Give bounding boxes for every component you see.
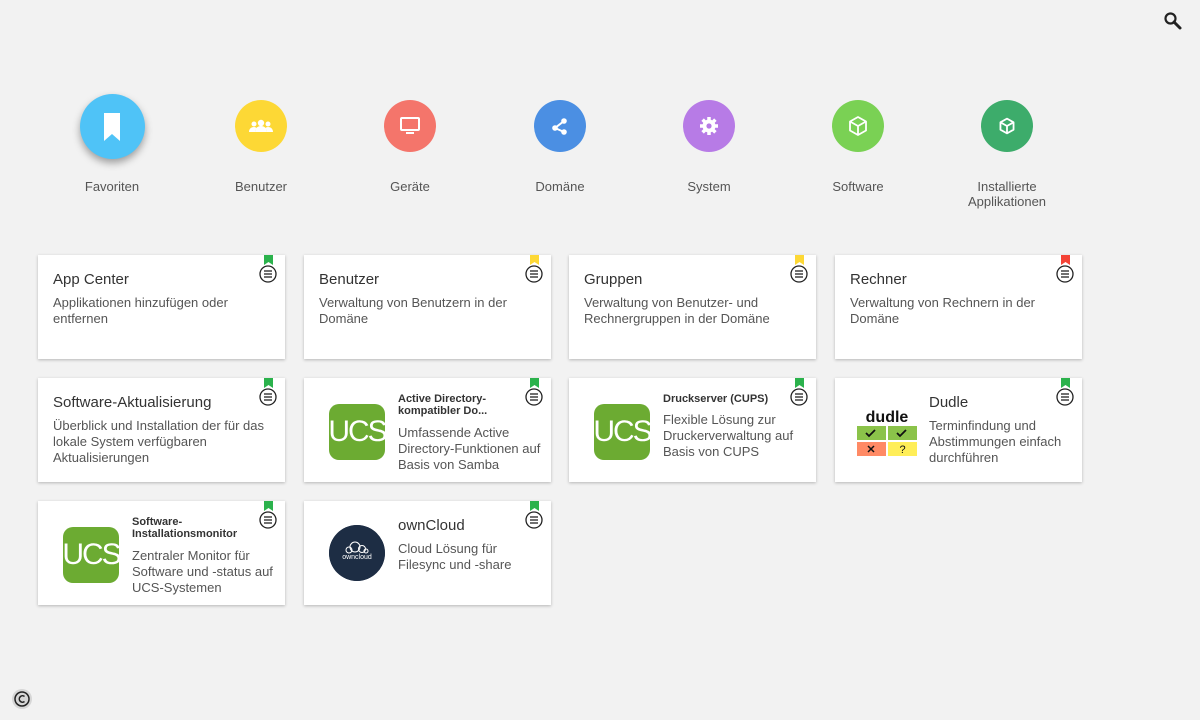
category-label: System bbox=[687, 179, 731, 194]
ucs-logo: UCS bbox=[593, 404, 653, 460]
users-icon bbox=[249, 119, 273, 132]
category-label: Favoriten bbox=[84, 179, 140, 194]
menu-icon[interactable] bbox=[259, 511, 277, 529]
tile-title: Gruppen bbox=[584, 271, 643, 288]
tile-title: Active Directory-kompatibler Do... bbox=[398, 393, 488, 417]
tile-description: Überblick und Installation der für das l… bbox=[53, 418, 265, 465]
favorite-flag-icon bbox=[264, 255, 273, 265]
tile-title: Rechner bbox=[850, 271, 907, 288]
devices-circle bbox=[384, 100, 436, 152]
tile-description: Umfassende Active Directory-Funktionen a… bbox=[398, 425, 541, 472]
tile-title: ownCloud bbox=[398, 517, 465, 534]
software-circle bbox=[832, 100, 884, 152]
category-installierte-applikationen[interactable]: Installierte Applikationen bbox=[942, 100, 1072, 209]
tile-owncloud[interactable]: owncloud ownCloud Cloud Lösung für Files… bbox=[304, 501, 551, 605]
package-icon bbox=[849, 116, 867, 136]
favorite-flag-icon bbox=[530, 378, 539, 388]
menu-icon[interactable] bbox=[790, 388, 808, 406]
category-label: Installierte Applikationen bbox=[967, 179, 1047, 209]
installed-apps-circle bbox=[981, 100, 1033, 152]
search-button[interactable] bbox=[1162, 10, 1184, 32]
favorite-flag-icon bbox=[530, 501, 539, 511]
dudle-logo: dudle ? bbox=[857, 409, 917, 456]
gear-icon bbox=[700, 117, 718, 135]
svg-text:?: ? bbox=[899, 444, 905, 456]
menu-icon[interactable] bbox=[790, 265, 808, 283]
tile-rechner[interactable]: Rechner Verwaltung von Rechnern in der D… bbox=[835, 255, 1082, 359]
tile-title: Software-Aktualisierung bbox=[53, 394, 212, 411]
tile-description: Verwaltung von Benutzer- und Rechnergrup… bbox=[584, 295, 770, 326]
tile-app-center[interactable]: App Center Applikationen hinzufügen oder… bbox=[38, 255, 285, 359]
favorite-flag-icon bbox=[1061, 378, 1070, 388]
category-favoriten[interactable]: Favoriten bbox=[47, 94, 177, 194]
favorite-flag-icon bbox=[264, 501, 273, 511]
category-domaene[interactable]: Domäne bbox=[495, 100, 625, 194]
category-label: Software bbox=[832, 179, 884, 194]
search-icon bbox=[1164, 12, 1182, 30]
tile-title: Dudle bbox=[929, 394, 969, 411]
tile-benutzer[interactable]: Benutzer Verwaltung von Benutzern in der… bbox=[304, 255, 551, 359]
tile-active-directory[interactable]: UCS Active Directory-kompatibler Do... U… bbox=[304, 378, 551, 482]
favorites-circle bbox=[79, 94, 145, 159]
tile-software-aktualisierung[interactable]: Software-Aktualisierung Überblick und In… bbox=[38, 378, 285, 482]
menu-icon[interactable] bbox=[1056, 388, 1074, 406]
tile-description: Verwaltung von Rechnern in der Domäne bbox=[850, 295, 1036, 326]
category-benutzer[interactable]: Benutzer bbox=[196, 100, 326, 194]
tile-description: Cloud Lösung für Filesync und -share bbox=[398, 541, 512, 572]
tile-title: Druckserver (CUPS) bbox=[663, 393, 769, 405]
category-label: Domäne bbox=[535, 179, 585, 194]
category-label: Benutzer bbox=[234, 179, 288, 194]
menu-icon[interactable] bbox=[1056, 265, 1074, 283]
tile-druckserver[interactable]: UCS Druckserver (CUPS) Flexible Lösung z… bbox=[569, 378, 816, 482]
domain-circle bbox=[534, 100, 586, 152]
ucs-logo: UCS bbox=[328, 404, 388, 460]
copyright-icon bbox=[12, 689, 32, 709]
share-nodes-icon bbox=[552, 118, 567, 135]
category-label: Geräte bbox=[390, 179, 430, 194]
tile-description: Verwaltung von Benutzern in der Domäne bbox=[319, 295, 507, 326]
tile-software-installationsmonitor[interactable]: UCS Software-Installationsmonitor Zentra… bbox=[38, 501, 285, 605]
tile-title: App Center bbox=[53, 271, 129, 288]
menu-icon[interactable] bbox=[525, 265, 543, 283]
favorite-flag-icon bbox=[795, 378, 804, 388]
favorite-flag-icon bbox=[795, 255, 804, 265]
dudle-logo-text: dudle bbox=[866, 409, 909, 426]
system-circle bbox=[683, 100, 735, 152]
menu-icon[interactable] bbox=[525, 511, 543, 529]
menu-icon[interactable] bbox=[259, 265, 277, 283]
monitor-icon bbox=[400, 117, 420, 134]
favorite-flag-icon bbox=[264, 378, 273, 388]
tile-title: Benutzer bbox=[319, 271, 380, 288]
menu-icon[interactable] bbox=[525, 388, 543, 406]
menu-icon[interactable] bbox=[259, 388, 277, 406]
copyright-button[interactable] bbox=[11, 688, 33, 710]
tile-description: Applikationen hinzufügen oder entfernen bbox=[53, 295, 228, 326]
users-circle bbox=[235, 100, 287, 152]
tile-title: Software-Installationsmonitor bbox=[132, 516, 238, 540]
favorite-flag-icon bbox=[530, 255, 539, 265]
tile-gruppen[interactable]: Gruppen Verwaltung von Benutzer- und Rec… bbox=[569, 255, 816, 359]
category-software[interactable]: Software bbox=[793, 100, 923, 194]
favorite-flag-icon bbox=[1061, 255, 1070, 265]
tile-description: Terminfindung und Abstimmungen einfach d… bbox=[929, 418, 1062, 465]
tile-dudle[interactable]: dudle ? Dudle Terminfindung und Abstimmu… bbox=[835, 378, 1082, 482]
owncloud-logo: owncloud bbox=[329, 525, 385, 581]
package-icon bbox=[999, 117, 1015, 135]
category-geraete[interactable]: Geräte bbox=[345, 100, 475, 194]
bookmark-icon bbox=[104, 112, 120, 141]
category-system[interactable]: System bbox=[644, 100, 774, 194]
tile-description: Zentraler Monitor für Software und -stat… bbox=[132, 548, 273, 595]
tile-description: Flexible Lösung zur Druckerverwaltung au… bbox=[663, 412, 794, 459]
owncloud-logo-text: owncloud bbox=[342, 554, 372, 561]
ucs-logo: UCS bbox=[62, 527, 122, 583]
flag-shape bbox=[264, 255, 273, 265]
